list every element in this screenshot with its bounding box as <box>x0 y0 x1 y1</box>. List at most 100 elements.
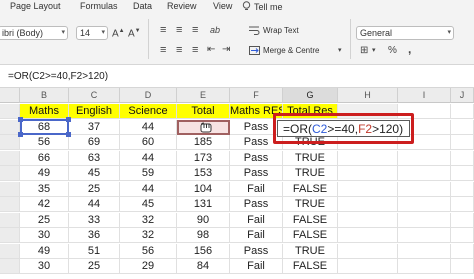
column-header-i[interactable]: I <box>398 88 451 103</box>
formula-bar[interactable]: =OR(C2>=40,F2>120) <box>0 66 474 88</box>
empty-cell[interactable] <box>338 166 398 181</box>
orientation-icon[interactable]: ab <box>210 23 220 37</box>
table-cell[interactable]: TRUE <box>283 166 338 181</box>
chevron-down-icon[interactable]: ▾ <box>338 44 342 58</box>
table-cell[interactable]: 29 <box>120 259 177 274</box>
row-header[interactable] <box>0 150 20 166</box>
empty-cell[interactable] <box>398 259 451 274</box>
row-header[interactable] <box>0 181 20 197</box>
table-cell[interactable]: 173 <box>177 150 230 166</box>
empty-cell[interactable] <box>451 259 474 274</box>
number-format-combo[interactable]: General ▾ <box>356 26 454 40</box>
table-cell[interactable]: 156 <box>177 243 230 259</box>
table-cell[interactable]: TRUE <box>283 197 338 212</box>
header-cell[interactable]: Total <box>177 104 230 119</box>
row-header[interactable] <box>0 228 20 243</box>
decrease-font-icon[interactable]: A▼ <box>128 24 141 41</box>
empty-cell[interactable] <box>338 197 398 212</box>
table-cell[interactable]: 44 <box>69 197 120 212</box>
table-cell[interactable]: 59 <box>120 166 177 181</box>
table-cell[interactable]: 153 <box>177 166 230 181</box>
table-cell[interactable]: 42 <box>20 197 69 212</box>
empty-cell[interactable] <box>451 228 474 243</box>
column-header-h[interactable]: H <box>338 88 398 103</box>
empty-cell[interactable] <box>451 104 474 119</box>
percent-icon[interactable]: % <box>388 44 397 58</box>
table-cell[interactable]: FALSE <box>283 228 338 243</box>
menu-formulas[interactable]: Formulas <box>80 1 118 11</box>
formula-bar-text[interactable]: =OR(C2>=40,F2>120) <box>8 71 108 82</box>
header-cell[interactable]: Maths <box>20 104 69 119</box>
table-cell[interactable]: 37 <box>69 119 120 135</box>
empty-cell[interactable] <box>451 166 474 181</box>
table-cell[interactable]: 56 <box>20 135 69 150</box>
table-cell[interactable]: 36 <box>69 228 120 243</box>
column-header-c[interactable]: C <box>69 88 120 103</box>
merge-centre-button[interactable]: Merge & Centre <box>249 45 319 57</box>
table-cell[interactable]: FALSE <box>283 181 338 197</box>
table-cell[interactable]: 44 <box>120 181 177 197</box>
increase-font-icon[interactable]: A▲ <box>112 24 125 41</box>
column-header-j[interactable]: J <box>451 88 474 103</box>
table-cell[interactable]: Pass <box>230 150 283 166</box>
empty-cell[interactable] <box>451 135 474 150</box>
reference-handle[interactable] <box>18 132 23 137</box>
menu-data[interactable]: Data <box>133 1 152 11</box>
table-cell[interactable]: FALSE <box>283 259 338 274</box>
chevron-down-icon[interactable]: ▾ <box>372 44 376 58</box>
table-cell[interactable]: 98 <box>177 228 230 243</box>
column-header-d[interactable]: D <box>120 88 177 103</box>
align-middle-icon[interactable]: ≡ <box>176 23 182 37</box>
table-cell[interactable]: Pass <box>230 166 283 181</box>
align-top-icon[interactable]: ≡ <box>160 23 166 37</box>
row-header[interactable] <box>0 166 20 181</box>
table-cell[interactable]: 51 <box>69 243 120 259</box>
table-cell[interactable]: TRUE <box>283 243 338 259</box>
table-cell[interactable]: 33 <box>69 212 120 228</box>
empty-cell[interactable] <box>451 243 474 259</box>
table-cell[interactable]: 185 <box>177 135 230 150</box>
column-header-f[interactable]: F <box>230 88 283 103</box>
table-cell[interactable]: FALSE <box>283 212 338 228</box>
empty-cell[interactable] <box>398 181 451 197</box>
table-cell[interactable]: 69 <box>69 135 120 150</box>
row-header[interactable] <box>0 104 20 119</box>
table-cell[interactable]: 32 <box>120 212 177 228</box>
reference-handle[interactable] <box>18 117 23 122</box>
align-center-icon[interactable]: ≡ <box>176 43 182 57</box>
empty-cell[interactable] <box>398 197 451 212</box>
row-header[interactable] <box>0 243 20 259</box>
align-right-icon[interactable]: ≡ <box>192 43 198 57</box>
table-cell[interactable]: 49 <box>20 243 69 259</box>
empty-cell[interactable] <box>338 243 398 259</box>
table-cell[interactable]: 45 <box>69 166 120 181</box>
corner-header[interactable] <box>0 88 20 103</box>
font-size-combo[interactable]: 14 ▾ <box>76 26 108 40</box>
table-cell[interactable]: Fail <box>230 228 283 243</box>
align-bottom-icon[interactable]: ≡ <box>192 23 198 37</box>
table-cell[interactable]: TRUE <box>283 150 338 166</box>
empty-cell[interactable] <box>338 181 398 197</box>
empty-cell[interactable] <box>451 212 474 228</box>
currency-icon[interactable]: ⊞ <box>360 44 368 58</box>
table-cell[interactable]: 63 <box>69 150 120 166</box>
empty-cell[interactable] <box>451 181 474 197</box>
table-cell[interactable]: 25 <box>69 181 120 197</box>
empty-cell[interactable] <box>451 150 474 166</box>
table-cell[interactable]: 104 <box>177 181 230 197</box>
table-cell[interactable]: Fail <box>230 212 283 228</box>
empty-cell[interactable] <box>338 212 398 228</box>
menu-page-layout[interactable]: Page Layout <box>10 1 61 11</box>
font-name-combo[interactable]: ibri (Body) ▾ <box>0 26 68 40</box>
reference-handle[interactable] <box>66 117 71 122</box>
row-header[interactable] <box>0 259 20 274</box>
column-header-b[interactable]: B <box>20 88 69 103</box>
header-cell[interactable]: English <box>69 104 120 119</box>
empty-cell[interactable] <box>398 243 451 259</box>
table-cell[interactable]: 56 <box>120 243 177 259</box>
empty-cell[interactable] <box>451 197 474 212</box>
empty-cell[interactable] <box>398 150 451 166</box>
align-left-icon[interactable]: ≡ <box>160 43 166 57</box>
menu-review[interactable]: Review <box>167 1 197 11</box>
empty-cell[interactable] <box>398 212 451 228</box>
